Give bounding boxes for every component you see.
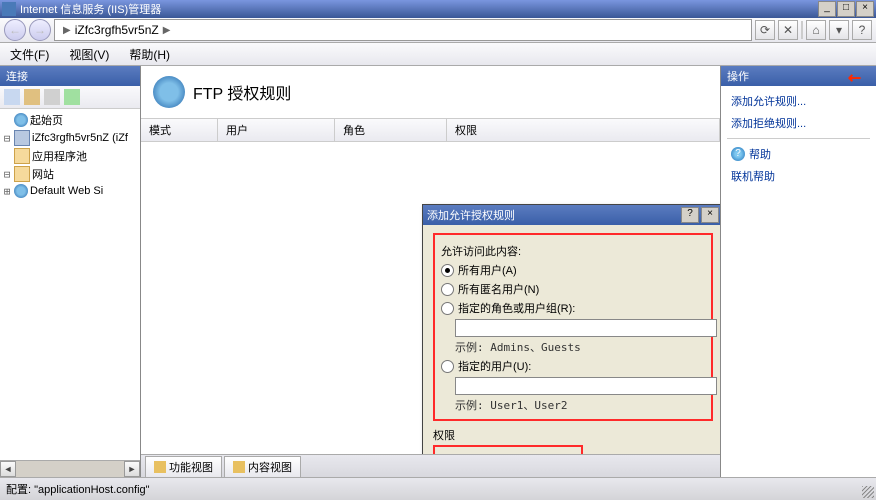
dialog-close-button[interactable]: × bbox=[701, 207, 719, 223]
nav-toolbar: ← → ▶ iZfc3rgfh5vr5nZ ▶ ⟳ ✕ ⌂ ▾ ? bbox=[0, 18, 876, 43]
tree-sites[interactable]: ⊟网站 bbox=[2, 165, 138, 183]
actions-panel: 操作 ↙ 添加允许规则... 添加拒绝规则... ?帮助 联机帮助 bbox=[720, 66, 876, 477]
tree-app-pools[interactable]: 应用程序池 bbox=[2, 147, 138, 165]
access-group: 允许访问此内容: 所有用户(A) 所有匿名用户(N) 指定的角色或用户组(R):… bbox=[433, 233, 713, 421]
features-icon bbox=[154, 461, 166, 473]
col-mode[interactable]: 模式 bbox=[141, 119, 218, 141]
resize-grip[interactable] bbox=[862, 486, 874, 498]
dialog-help-button[interactable]: ? bbox=[681, 207, 699, 223]
folder-icon bbox=[14, 166, 30, 182]
tree-start-page[interactable]: 起始页 bbox=[2, 111, 138, 129]
app-window: Internet 信息服务 (IIS)管理器 _ □ × ← → ▶ iZfc3… bbox=[0, 0, 876, 500]
chevron-right-icon: ▶ bbox=[63, 25, 71, 36]
connections-panel: 连接 起始页 ⊟iZfc3rgfh5vr5nZ (iZf 应用程序池 ⊟网站 ⊞… bbox=[0, 66, 141, 477]
address-bar[interactable]: ▶ iZfc3rgfh5vr5nZ ▶ bbox=[54, 19, 752, 41]
connections-toolbar bbox=[0, 86, 140, 109]
dialog-title: 添加允许授权规则 bbox=[427, 207, 515, 223]
menu-view[interactable]: 视图(V) bbox=[65, 44, 113, 65]
add-allow-rule-dialog: 添加允许授权规则 ? × 允许访问此内容: 所有用户(A) 所有匿名用户(N) … bbox=[422, 204, 720, 454]
site-icon bbox=[14, 184, 28, 198]
action-add-deny[interactable]: 添加拒绝规则... bbox=[727, 112, 870, 134]
col-perm[interactable]: 权限 bbox=[447, 119, 720, 141]
content-area: FTP 授权规则 模式 用户 角色 权限 添加允许授权规则 ? × bbox=[141, 66, 720, 477]
page-title: FTP 授权规则 bbox=[193, 80, 291, 104]
connections-header: 连接 bbox=[0, 66, 140, 86]
perm-label: 权限 bbox=[433, 427, 713, 443]
action-online-help[interactable]: 联机帮助 bbox=[727, 165, 870, 187]
close-button[interactable]: × bbox=[856, 1, 874, 17]
status-bar: 配置: "applicationHost.config" bbox=[0, 477, 876, 500]
radio-anon-users[interactable] bbox=[441, 283, 454, 296]
refresh-icon[interactable] bbox=[44, 89, 60, 105]
stop-button[interactable]: ✕ bbox=[778, 20, 798, 40]
scroll-right-button[interactable]: ► bbox=[124, 461, 140, 477]
window-title: Internet 信息服务 (IIS)管理器 bbox=[20, 1, 161, 17]
tree-server[interactable]: ⊟iZfc3rgfh5vr5nZ (iZf bbox=[2, 129, 138, 147]
radio-roles[interactable] bbox=[441, 302, 454, 315]
help-button[interactable]: ? bbox=[852, 20, 872, 40]
scroll-left-button[interactable]: ◄ bbox=[0, 461, 16, 477]
ftp-auth-icon bbox=[153, 76, 185, 108]
status-text: 配置: "applicationHost.config" bbox=[6, 481, 150, 497]
view-tabs: 功能视图 内容视图 bbox=[141, 454, 720, 477]
tab-content[interactable]: 内容视图 bbox=[224, 456, 301, 477]
connections-tree: 起始页 ⊟iZfc3rgfh5vr5nZ (iZf 应用程序池 ⊟网站 ⊞Def… bbox=[0, 109, 140, 460]
up-icon[interactable] bbox=[64, 89, 80, 105]
users-hint: 示例: User1、User2 bbox=[455, 397, 705, 413]
forward-button[interactable]: → bbox=[29, 19, 51, 41]
actions-header: 操作 ↙ bbox=[721, 66, 876, 86]
save-icon[interactable] bbox=[24, 89, 40, 105]
address-segment: iZfc3rgfh5vr5nZ bbox=[75, 23, 159, 37]
col-role[interactable]: 角色 bbox=[335, 119, 447, 141]
radio-users[interactable] bbox=[441, 360, 454, 373]
folder-icon bbox=[14, 148, 30, 164]
globe-icon bbox=[14, 113, 28, 127]
perm-group: 读取(D) 写入(W) bbox=[433, 445, 583, 454]
home-button[interactable]: ⌂ bbox=[806, 20, 826, 40]
app-icon bbox=[2, 2, 16, 16]
dialog-title-bar: 添加允许授权规则 ? × bbox=[423, 205, 720, 225]
title-bar: Internet 信息服务 (IIS)管理器 _ □ × bbox=[0, 0, 876, 18]
radio-all-users[interactable] bbox=[441, 264, 454, 277]
refresh-button[interactable]: ⟳ bbox=[755, 20, 775, 40]
restore-button[interactable]: □ bbox=[837, 1, 855, 17]
menu-bar: 文件(F) 视图(V) 帮助(H) bbox=[0, 43, 876, 66]
help-icon: ? bbox=[731, 147, 745, 161]
menu-help[interactable]: 帮助(H) bbox=[125, 44, 174, 65]
group-button[interactable]: ▾ bbox=[829, 20, 849, 40]
tab-features[interactable]: 功能视图 bbox=[145, 456, 222, 477]
server-icon bbox=[14, 130, 30, 146]
minimize-button[interactable]: _ bbox=[818, 1, 836, 17]
connect-icon[interactable] bbox=[4, 89, 20, 105]
users-input[interactable] bbox=[455, 377, 717, 395]
roles-input[interactable] bbox=[455, 319, 717, 337]
grid-header: 模式 用户 角色 权限 bbox=[141, 118, 720, 142]
content-icon bbox=[233, 461, 245, 473]
roles-hint: 示例: Admins、Guests bbox=[455, 339, 705, 355]
back-button[interactable]: ← bbox=[4, 19, 26, 41]
action-add-allow[interactable]: 添加允许规则... bbox=[727, 90, 870, 112]
tree-default-site[interactable]: ⊞Default Web Si bbox=[2, 183, 138, 199]
menu-file[interactable]: 文件(F) bbox=[6, 44, 53, 65]
col-user[interactable]: 用户 bbox=[218, 119, 335, 141]
action-help[interactable]: ?帮助 bbox=[727, 143, 870, 165]
access-label: 允许访问此内容: bbox=[441, 243, 705, 259]
chevron-right-icon: ▶ bbox=[163, 25, 171, 36]
